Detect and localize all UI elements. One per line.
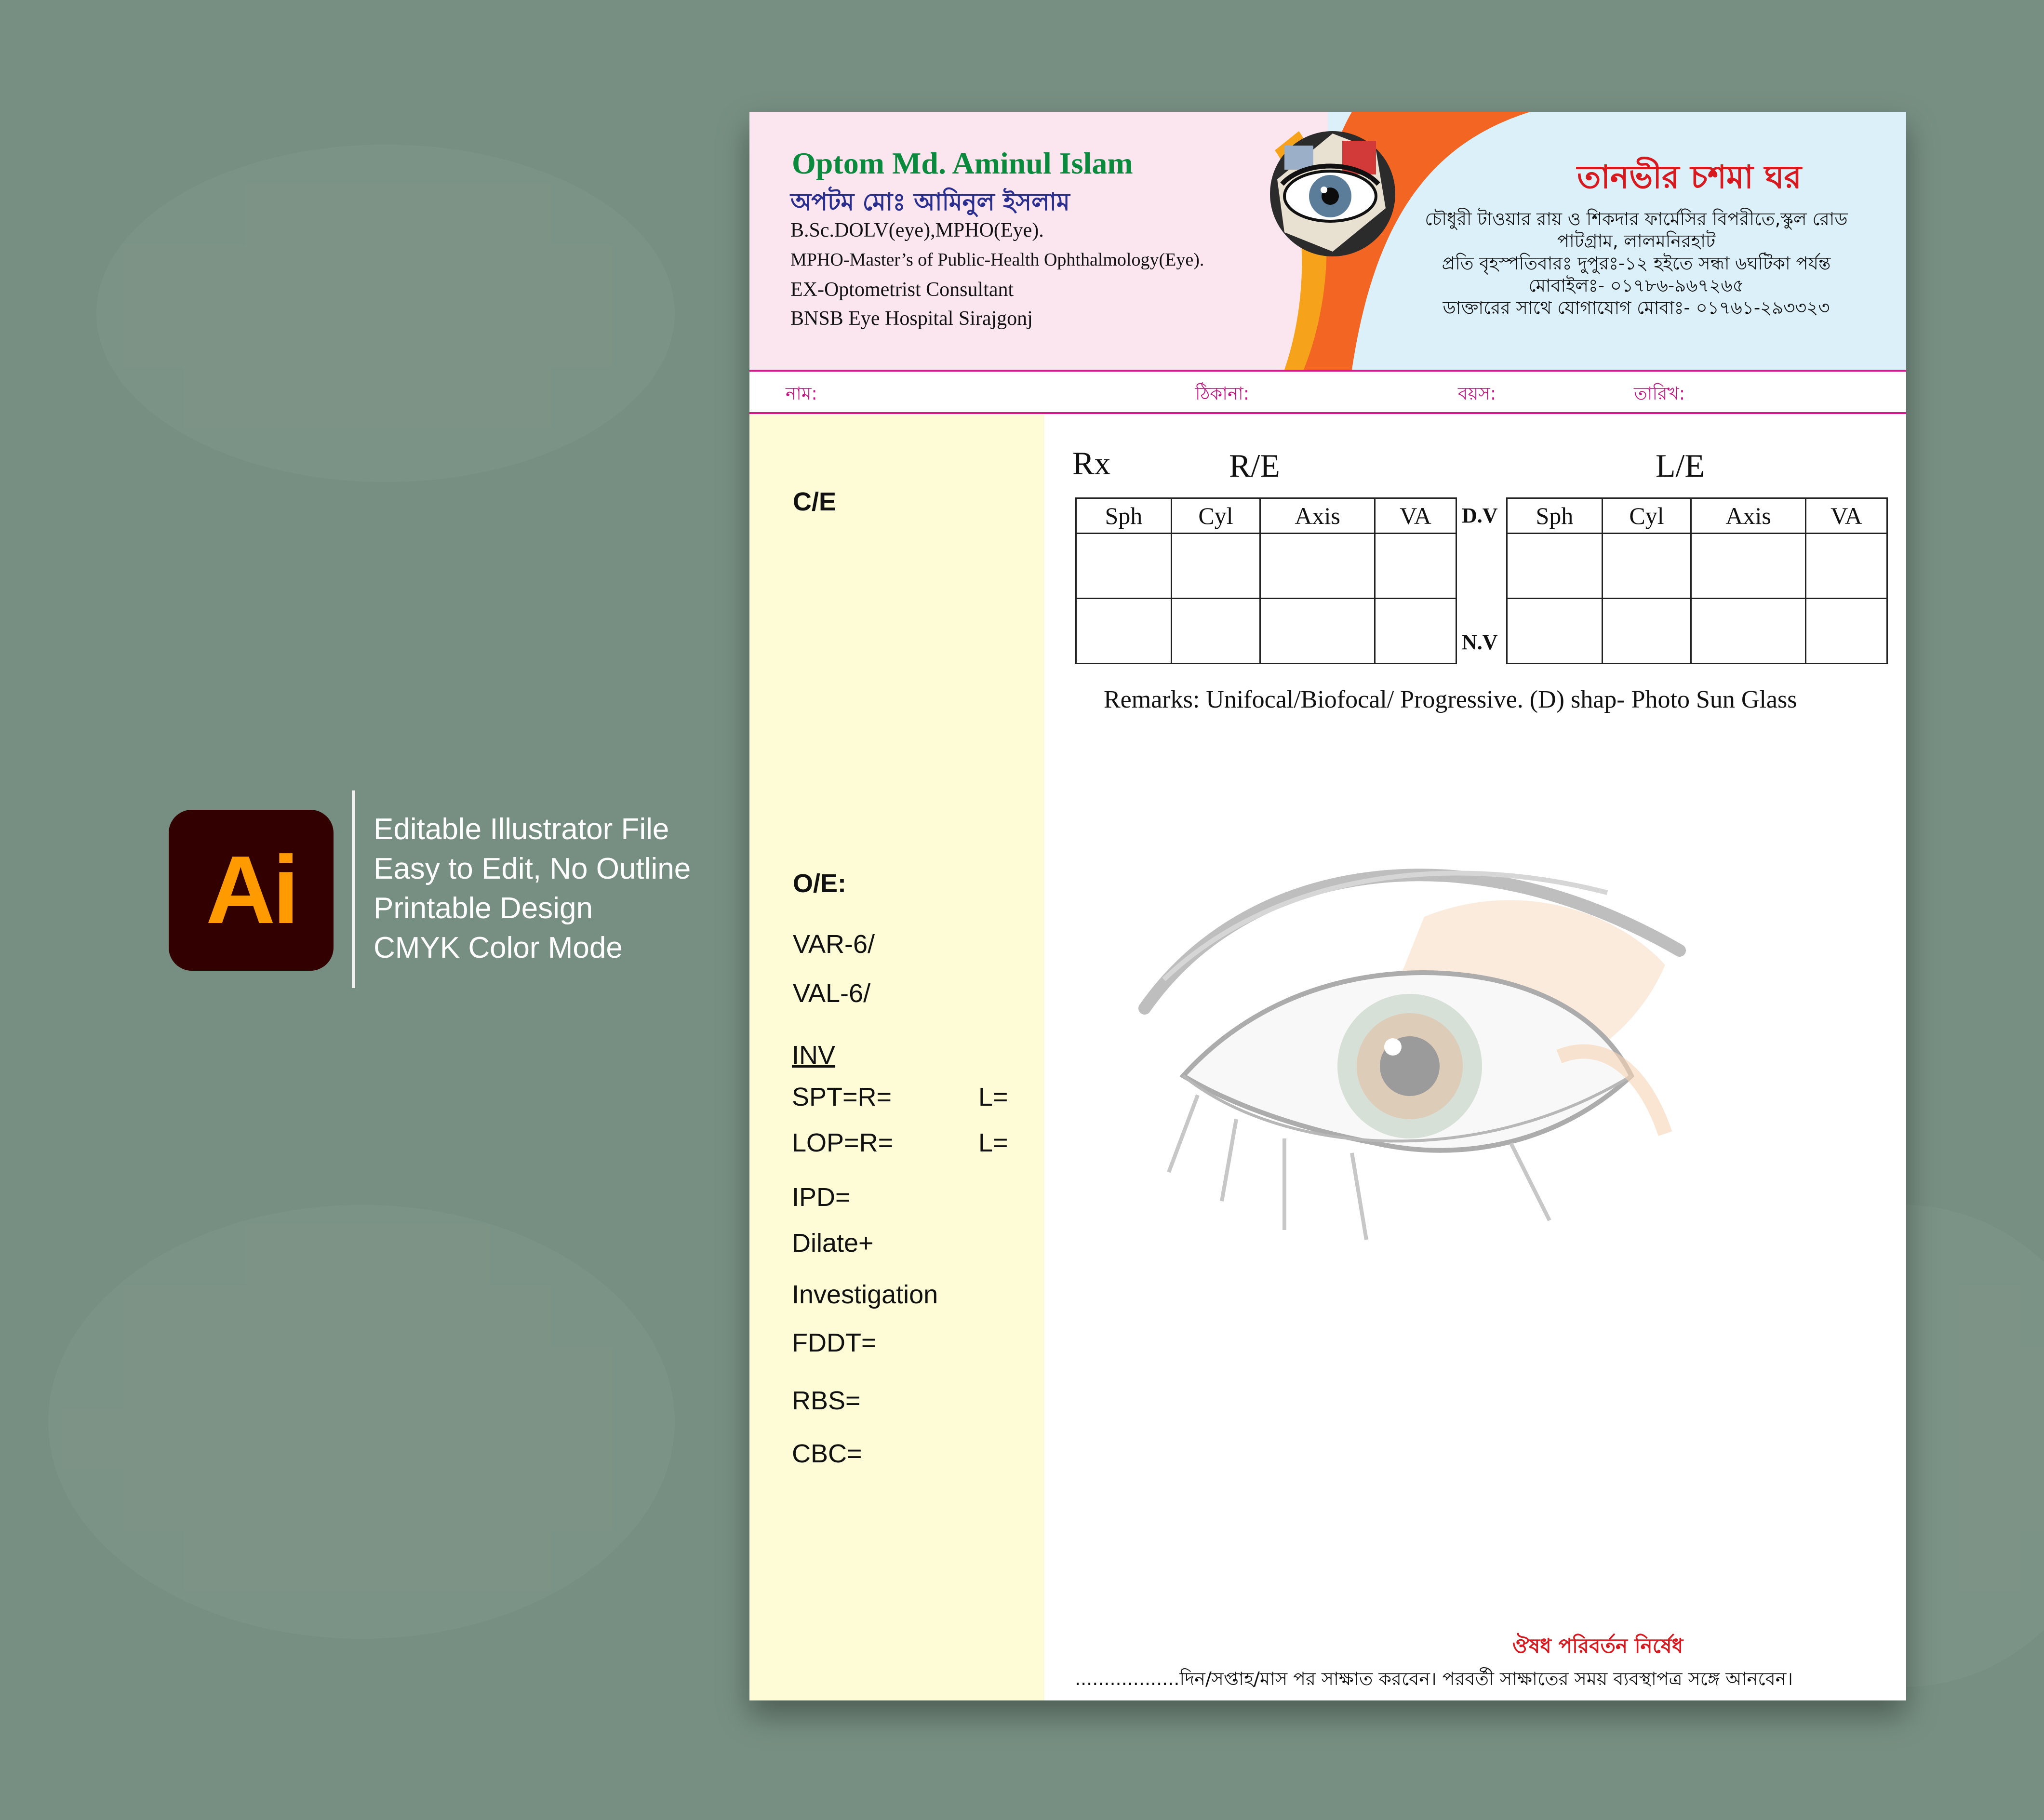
divider [749, 370, 1906, 372]
clinical-notes-sidebar: C/E O/E: VAR-6/ VAL-6/ INV SPT=R= L= LOP… [749, 415, 1044, 1700]
rx-cell[interactable] [1601, 533, 1692, 599]
patient-address-field[interactable]: ঠিকানা: [1195, 379, 1249, 410]
doctor-position: EX-Optometrist Consultant [790, 279, 1014, 301]
ipd-label: IPD= [792, 1183, 851, 1212]
patient-name-field[interactable]: নাম: [786, 379, 817, 410]
dilate-label: Dilate+ [792, 1229, 874, 1258]
rx-cell[interactable] [1075, 533, 1172, 599]
inv-label: INV [792, 1041, 836, 1070]
near-vision-label: N.V [1462, 630, 1498, 654]
rx-label: Rx [1072, 445, 1111, 482]
column-header: Axis [1690, 497, 1806, 534]
clinic-detail-line: ডাক্তারের সাথে যোগাযোগ মোবাঃ- ০১৭৬১-২৯৩৩… [1443, 297, 1830, 318]
column-header: Sph [1506, 497, 1603, 534]
promo-feature: Editable Illustrator File [374, 813, 669, 846]
rx-cell[interactable] [1690, 598, 1806, 664]
column-header: Axis [1259, 497, 1376, 534]
column-header: Cyl [1601, 497, 1692, 534]
rbs-label: RBS= [792, 1386, 861, 1415]
var-label: VAR-6/ [793, 930, 875, 959]
doctor-degree: B.Sc.DOLV(eye),MPHO(Eye). [790, 219, 1044, 241]
clinic-detail-line: মোবাইলঃ- ০১৭৮৬-৯৬৭২৬৫ [1528, 275, 1744, 296]
lop-label: LOP=R= [792, 1128, 894, 1157]
background-texture [48, 1205, 675, 1639]
rx-cell[interactable] [1374, 598, 1457, 664]
column-header: VA [1374, 497, 1457, 534]
spt-label: SPT=R= [792, 1083, 892, 1111]
rx-cell[interactable] [1259, 598, 1376, 664]
rx-cell[interactable] [1506, 598, 1603, 664]
left-eye-rx-table: Sph Cyl Axis VA [1506, 497, 1888, 664]
val-label: VAL-6/ [793, 979, 871, 1008]
right-eye-label: R/E [1229, 447, 1280, 484]
fddt-label: FDDT= [792, 1328, 877, 1357]
clinic-details: চৌধুরী টাওয়ার রায় ও শিকদার ফার্মেসির ব… [1376, 208, 1897, 319]
clinic-detail-line: চৌধুরী টাওয়ার রায় ও শিকদার ফার্মেসির ব… [1425, 209, 1848, 229]
doctor-degree-full: MPHO-Master’s of Public-Health Ophthalmo… [790, 250, 1204, 270]
rx-cell[interactable] [1259, 533, 1376, 599]
lop-left-label: L= [978, 1128, 1008, 1157]
illustrator-logo-icon: Ai [169, 810, 334, 971]
ce-label: C/E [793, 487, 837, 516]
promo-divider [352, 790, 355, 988]
patient-info-row: নাম: ঠিকানা: বয়স: তারিখ: [749, 370, 1906, 414]
followup-note: ..................দিন/সপ্তাহ/মাস পর সাক্… [1075, 1668, 1793, 1689]
promo-feature: Printable Design [374, 892, 593, 925]
column-header: VA [1804, 497, 1888, 534]
investigation-label: Investigation [792, 1280, 938, 1309]
rx-cell[interactable] [1804, 533, 1888, 599]
rx-cell[interactable] [1374, 533, 1457, 599]
rx-cell[interactable] [1170, 533, 1261, 599]
doctor-hospital: BNSB Eye Hospital Sirajgonj [790, 308, 1033, 330]
clinic-detail-line: পাটগ্রাম, লালমনিরহাট [1557, 231, 1716, 252]
rx-cell[interactable] [1506, 533, 1603, 599]
promo-feature: Easy to Edit, No Outline [374, 852, 691, 885]
doctor-name-en: Optom Md. Aminul Islam [792, 146, 1133, 180]
distance-vision-label: D.V [1462, 504, 1498, 527]
promo-feature: CMYK Color Mode [374, 931, 623, 964]
cbc-label: CBC= [792, 1439, 862, 1468]
rx-cell[interactable] [1601, 598, 1692, 664]
rx-cell[interactable] [1690, 533, 1806, 599]
remarks-line: Remarks: Unifocal/Biofocal/ Progressive.… [1104, 686, 1797, 713]
date-field[interactable]: তারিখ: [1634, 379, 1685, 410]
prescription-pad: Optom Md. Aminul Islam অপটম মোঃ আমিনুল ই… [749, 112, 1906, 1700]
oe-label: O/E: [793, 869, 847, 898]
rx-cell[interactable] [1075, 598, 1172, 664]
right-eye-rx-table: Sph Cyl Axis VA [1075, 497, 1457, 664]
doctor-name-bn: অপটম মোঃ আমিনুল ইসলাম [790, 188, 1070, 216]
divider [749, 412, 1906, 414]
spt-left-label: L= [978, 1083, 1008, 1111]
clinic-detail-line: প্রতি বৃহস্পতিবারঃ দুপুরঃ-১২ হইতে সন্ধা … [1442, 253, 1831, 274]
eye-watermark-illustration [1138, 869, 1686, 1240]
medicine-change-warning: ঔষধ পরিবর্তন নির্ষেধ [1512, 1634, 1683, 1658]
promo-feature-list: Editable Illustrator File Easy to Edit, … [374, 810, 691, 968]
clinic-name: তানভীর চশমা ঘর [1577, 159, 1802, 196]
left-eye-label: L/E [1656, 447, 1705, 484]
rx-cell[interactable] [1170, 598, 1261, 664]
background-texture [96, 145, 675, 482]
rx-cell[interactable] [1804, 598, 1888, 664]
patient-age-field[interactable]: বয়স: [1458, 379, 1496, 410]
column-header: Cyl [1170, 497, 1261, 534]
column-header: Sph [1075, 497, 1172, 534]
